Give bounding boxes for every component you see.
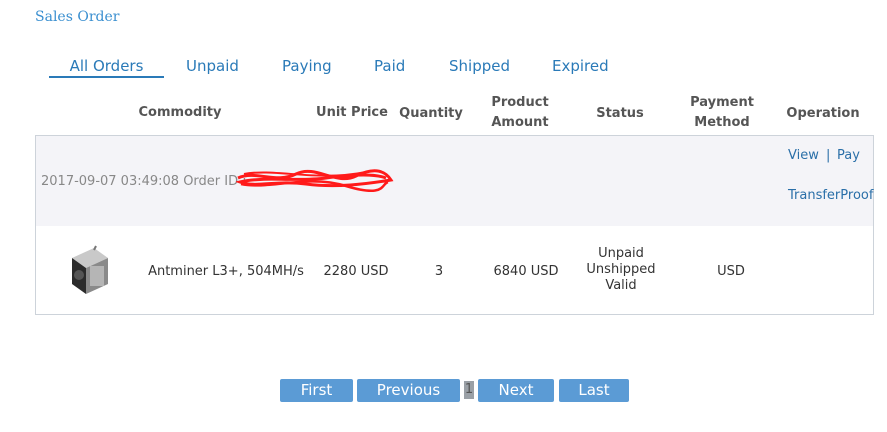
ops-separator: | (826, 148, 831, 163)
order-header: 2017-09-07 03:49:08 Order ID : View | Pa… (36, 136, 873, 226)
col-product-amount: Product Amount (480, 93, 560, 133)
product-thumbnail-icon (72, 245, 108, 294)
col-product-amount-line1: Product (491, 95, 549, 110)
col-unit-price: Unit Price (316, 105, 388, 120)
last-page-button[interactable]: Last (559, 379, 629, 402)
status-payment: Unpaid (598, 246, 644, 261)
status-shipping: Unshipped (586, 262, 656, 277)
status-validity: Valid (605, 278, 637, 293)
col-quantity: Quantity (399, 106, 463, 121)
tab-shipped[interactable]: Shipped (449, 57, 510, 75)
current-page-indicator[interactable]: 1 (464, 381, 474, 399)
page-title: Sales Order (35, 9, 120, 25)
order-card: 2017-09-07 03:49:08 Order ID : View | Pa… (35, 135, 874, 315)
view-link[interactable]: View (788, 148, 819, 163)
next-page-button[interactable]: Next (478, 379, 554, 402)
item-amount: 6840 USD (493, 264, 559, 279)
col-payment-method: Payment Method (682, 93, 762, 133)
col-product-amount-line2: Amount (491, 115, 549, 130)
tab-all-orders[interactable]: All Orders (49, 57, 164, 78)
col-operation: Operation (786, 106, 860, 121)
tab-unpaid[interactable]: Unpaid (186, 57, 239, 75)
redaction-scribble (236, 169, 394, 192)
tab-expired[interactable]: Expired (552, 57, 609, 75)
item-status: Unpaid Unshipped Valid (581, 246, 661, 294)
order-meta: 2017-09-07 03:49:08 Order ID : (41, 174, 247, 189)
item-unit-price: 2280 USD (323, 264, 389, 279)
item-quantity: 3 (434, 264, 444, 279)
previous-page-button[interactable]: Previous (357, 379, 460, 402)
col-status: Status (596, 106, 644, 121)
col-commodity: Commodity (138, 105, 222, 120)
item-payment-method: USD (717, 264, 745, 279)
col-payment-method-line2: Method (694, 115, 750, 130)
col-payment-method-line1: Payment (690, 95, 754, 110)
pay-link[interactable]: Pay (837, 148, 860, 163)
tab-paying[interactable]: Paying (282, 57, 332, 75)
tab-paid[interactable]: Paid (374, 57, 405, 75)
transfer-proof-link[interactable]: TransferProof (788, 188, 873, 203)
item-name: Antminer L3+, 504MH/s (148, 264, 304, 279)
first-page-button[interactable]: First (280, 379, 353, 402)
